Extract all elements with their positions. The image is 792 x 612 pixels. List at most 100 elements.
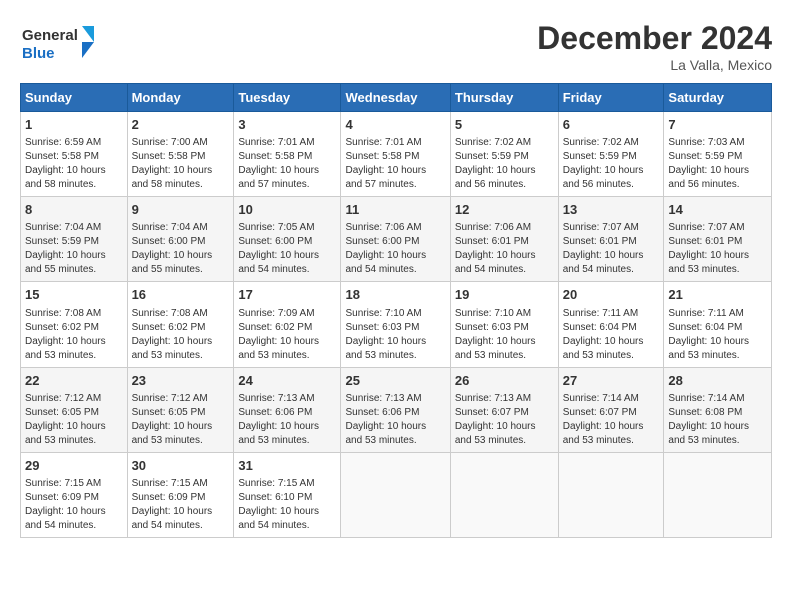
day-info: Sunrise: 7:15 AMSunset: 6:09 PMDaylight:… [25, 477, 123, 533]
table-cell: 7Sunrise: 7:03 AMSunset: 5:59 PMDaylight… [664, 112, 772, 197]
day-number: 5 [455, 116, 554, 134]
day-info: Sunrise: 7:15 AMSunset: 6:10 PMDaylight:… [238, 477, 336, 533]
table-cell: 25 Sunrise: 7:13 AMSunset: 6:06 PMDayligh… [341, 367, 450, 452]
day-number: 21 [668, 286, 767, 304]
day-info: Sunrise: 7:08 AMSunset: 6:02 PMDaylight:… [132, 307, 230, 363]
logo-svg: General Blue [20, 20, 100, 70]
col-sunday: Sunday [21, 84, 128, 112]
day-number: 25 [345, 372, 445, 390]
table-cell: 22 Sunrise: 7:12 AMSunset: 6:05 PMDayligh… [21, 367, 128, 452]
day-number: 3 [238, 116, 336, 134]
day-info: Sunrise: 7:05 AMSunset: 6:00 PMDaylight:… [238, 221, 336, 277]
table-cell: 13 Sunrise: 7:07 AMSunset: 6:01 PMDayligh… [558, 197, 664, 282]
month-title: December 2024 [537, 20, 772, 57]
table-cell: 21 Sunrise: 7:11 AMSunset: 6:04 PMDayligh… [664, 282, 772, 367]
day-info: Sunrise: 7:06 AMSunset: 6:00 PMDaylight:… [345, 221, 445, 277]
day-number: 26 [455, 372, 554, 390]
col-thursday: Thursday [450, 84, 558, 112]
day-number: 9 [132, 201, 230, 219]
day-info: Sunrise: 7:08 AMSunset: 6:02 PMDaylight:… [25, 307, 123, 363]
day-info: Sunrise: 7:13 AMSunset: 6:06 PMDaylight:… [238, 392, 336, 448]
table-cell: 14 Sunrise: 7:07 AMSunset: 6:01 PMDayligh… [664, 197, 772, 282]
table-cell: 29Sunrise: 7:15 AMSunset: 6:09 PMDayligh… [21, 452, 128, 537]
day-number: 22 [25, 372, 123, 390]
day-info: Sunrise: 7:11 AMSunset: 6:04 PMDaylight:… [563, 307, 660, 363]
calendar-week-row: 29Sunrise: 7:15 AMSunset: 6:09 PMDayligh… [21, 452, 772, 537]
table-cell: 3 Sunrise: 7:01 AMSunset: 5:58 PMDaylight… [234, 112, 341, 197]
day-number: 4 [345, 116, 445, 134]
col-friday: Friday [558, 84, 664, 112]
day-number: 20 [563, 286, 660, 304]
day-number: 18 [345, 286, 445, 304]
table-cell: 9Sunrise: 7:04 AMSunset: 6:00 PMDaylight… [127, 197, 234, 282]
table-cell: 28Sunrise: 7:14 AMSunset: 6:08 PMDayligh… [664, 367, 772, 452]
day-number: 10 [238, 201, 336, 219]
table-cell: 6 Sunrise: 7:02 AMSunset: 5:59 PMDaylight… [558, 112, 664, 197]
day-info: Sunrise: 7:14 AMSunset: 6:08 PMDaylight:… [668, 392, 767, 448]
table-cell: 31 Sunrise: 7:15 AMSunset: 6:10 PMDayligh… [234, 452, 341, 537]
table-cell: 2 Sunrise: 7:00 AMSunset: 5:58 PMDaylight… [127, 112, 234, 197]
day-number: 7 [668, 116, 767, 134]
table-cell: 27Sunrise: 7:14 AMSunset: 6:07 PMDayligh… [558, 367, 664, 452]
day-info: Sunrise: 7:11 AMSunset: 6:04 PMDaylight:… [668, 307, 767, 363]
day-info: Sunrise: 7:06 AMSunset: 6:01 PMDaylight:… [455, 221, 554, 277]
day-number: 8 [25, 201, 123, 219]
day-number: 11 [345, 201, 445, 219]
day-number: 16 [132, 286, 230, 304]
table-cell: 16 Sunrise: 7:08 AMSunset: 6:02 PMDayligh… [127, 282, 234, 367]
col-tuesday: Tuesday [234, 84, 341, 112]
day-info: Sunrise: 7:12 AMSunset: 6:05 PMDaylight:… [132, 392, 230, 448]
day-number: 23 [132, 372, 230, 390]
day-info: Sunrise: 7:10 AMSunset: 6:03 PMDaylight:… [345, 307, 445, 363]
col-wednesday: Wednesday [341, 84, 450, 112]
day-info: Sunrise: 7:02 AMSunset: 5:59 PMDaylight:… [563, 136, 660, 192]
table-cell: 17 Sunrise: 7:09 AMSunset: 6:02 PMDayligh… [234, 282, 341, 367]
table-cell [558, 452, 664, 537]
day-info: Sunrise: 7:15 AMSunset: 6:09 PMDaylight:… [132, 477, 230, 533]
table-cell: 11 Sunrise: 7:06 AMSunset: 6:00 PMDayligh… [341, 197, 450, 282]
day-number: 27 [563, 372, 660, 390]
table-cell: 23 Sunrise: 7:12 AMSunset: 6:05 PMDayligh… [127, 367, 234, 452]
table-cell: 15 Sunrise: 7:08 AMSunset: 6:02 PMDayligh… [21, 282, 128, 367]
day-info: Sunrise: 6:59 AMSunset: 5:58 PMDaylight:… [25, 136, 123, 192]
day-info: Sunrise: 7:09 AMSunset: 6:02 PMDaylight:… [238, 307, 336, 363]
col-monday: Monday [127, 84, 234, 112]
day-info: Sunrise: 7:13 AMSunset: 6:06 PMDaylight:… [345, 392, 445, 448]
table-cell: 30Sunrise: 7:15 AMSunset: 6:09 PMDayligh… [127, 452, 234, 537]
day-info: Sunrise: 7:07 AMSunset: 6:01 PMDaylight:… [668, 221, 767, 277]
day-info: Sunrise: 7:01 AMSunset: 5:58 PMDaylight:… [345, 136, 445, 192]
day-info: Sunrise: 7:04 AMSunset: 5:59 PMDaylight:… [25, 221, 123, 277]
day-number: 19 [455, 286, 554, 304]
day-info: Sunrise: 7:01 AMSunset: 5:58 PMDaylight:… [238, 136, 336, 192]
table-cell [341, 452, 450, 537]
day-info: Sunrise: 7:13 AMSunset: 6:07 PMDaylight:… [455, 392, 554, 448]
table-cell: 26 Sunrise: 7:13 AMSunset: 6:07 PMDayligh… [450, 367, 558, 452]
svg-text:General: General [22, 27, 78, 44]
day-number: 6 [563, 116, 660, 134]
day-info: Sunrise: 7:12 AMSunset: 6:05 PMDaylight:… [25, 392, 123, 448]
day-number: 15 [25, 286, 123, 304]
day-number: 13 [563, 201, 660, 219]
table-cell: 1 Sunrise: 6:59 AMSunset: 5:58 PMDaylight… [21, 112, 128, 197]
table-cell: 24 Sunrise: 7:13 AMSunset: 6:06 PMDayligh… [234, 367, 341, 452]
day-number: 1 [25, 116, 123, 134]
day-number: 17 [238, 286, 336, 304]
day-number: 24 [238, 372, 336, 390]
calendar-week-row: 15 Sunrise: 7:08 AMSunset: 6:02 PMDayligh… [21, 282, 772, 367]
page-header: General Blue December 2024 La Valla, Mex… [20, 20, 772, 73]
calendar-week-row: 22 Sunrise: 7:12 AMSunset: 6:05 PMDayligh… [21, 367, 772, 452]
calendar-table: Sunday Monday Tuesday Wednesday Thursday… [20, 83, 772, 538]
table-cell: 18 Sunrise: 7:10 AMSunset: 6:03 PMDayligh… [341, 282, 450, 367]
calendar-week-row: 8 Sunrise: 7:04 AMSunset: 5:59 PMDaylight… [21, 197, 772, 282]
table-cell [664, 452, 772, 537]
calendar-header-row: Sunday Monday Tuesday Wednesday Thursday… [21, 84, 772, 112]
day-info: Sunrise: 7:00 AMSunset: 5:58 PMDaylight:… [132, 136, 230, 192]
day-number: 2 [132, 116, 230, 134]
day-info: Sunrise: 7:07 AMSunset: 6:01 PMDaylight:… [563, 221, 660, 277]
day-number: 14 [668, 201, 767, 219]
table-cell: 8 Sunrise: 7:04 AMSunset: 5:59 PMDaylight… [21, 197, 128, 282]
location: La Valla, Mexico [537, 57, 772, 73]
title-block: December 2024 La Valla, Mexico [537, 20, 772, 73]
day-number: 31 [238, 457, 336, 475]
svg-text:Blue: Blue [22, 45, 55, 62]
